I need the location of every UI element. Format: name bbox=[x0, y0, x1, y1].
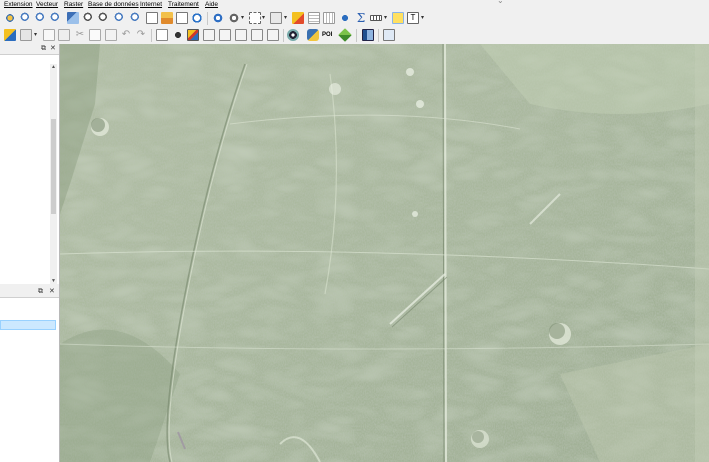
menu-base-de-donnees[interactable]: Base de données bbox=[88, 1, 139, 9]
map-navigation-toolbar: ▾ ▾ ▾ Σ ▾ T ▾ bbox=[0, 10, 709, 27]
menu-raster[interactable]: Raster bbox=[64, 1, 83, 9]
pin-labels-icon[interactable] bbox=[172, 29, 184, 41]
statistics-icon[interactable]: Σ bbox=[355, 12, 367, 24]
scrollbar-thumb[interactable] bbox=[51, 119, 56, 214]
zoom-full-icon[interactable] bbox=[50, 12, 62, 24]
python-console-icon[interactable] bbox=[307, 29, 319, 41]
rotate-label-icon[interactable] bbox=[219, 29, 231, 41]
chevron-down-icon[interactable]: ▾ bbox=[241, 14, 244, 21]
field-calculator-icon[interactable] bbox=[308, 12, 320, 24]
georeferencer-icon[interactable] bbox=[287, 29, 299, 41]
selected-list-item[interactable] bbox=[0, 320, 56, 330]
chevron-down-icon[interactable]: ▾ bbox=[384, 14, 387, 21]
cut-features-icon[interactable]: ✂ bbox=[74, 29, 86, 41]
zoom-layer-icon[interactable] bbox=[83, 12, 95, 24]
select-features-icon[interactable] bbox=[249, 12, 261, 24]
scroll-up-icon[interactable]: ▲ bbox=[50, 64, 57, 70]
pan-icon[interactable] bbox=[4, 12, 16, 24]
chevron-down-icon[interactable]: ▾ bbox=[284, 14, 287, 21]
zoom-native-icon[interactable] bbox=[98, 12, 110, 24]
chevron-down-icon[interactable]: ▾ bbox=[421, 14, 424, 21]
map-tips-icon[interactable] bbox=[392, 12, 404, 24]
settings-gear-icon[interactable] bbox=[339, 12, 351, 24]
poi-button[interactable]: POI bbox=[322, 29, 336, 41]
deselect-icon[interactable] bbox=[270, 12, 282, 24]
measure-icon[interactable] bbox=[370, 15, 382, 21]
browser-panel bbox=[0, 298, 59, 462]
refresh-icon[interactable] bbox=[191, 12, 203, 24]
copy-features-icon[interactable] bbox=[89, 29, 101, 41]
zoom-selection-icon[interactable] bbox=[67, 12, 79, 24]
text-annotation-icon[interactable]: T bbox=[407, 12, 419, 24]
label-properties-icon[interactable] bbox=[251, 29, 263, 41]
save-edits-icon[interactable] bbox=[43, 29, 55, 41]
chevron-down-icon[interactable]: ▾ bbox=[262, 14, 265, 21]
float-panel-icon[interactable]: ⧉ bbox=[38, 288, 43, 296]
statistics-table-icon[interactable] bbox=[323, 12, 335, 24]
redo-icon[interactable]: ↷ bbox=[135, 29, 147, 41]
chevron-down-icon[interactable]: ▾ bbox=[34, 31, 37, 38]
menu-extension[interactable]: Extension bbox=[4, 1, 33, 9]
hillshade-raster bbox=[60, 44, 709, 462]
toolbar-separator bbox=[378, 29, 379, 42]
new-bookmark-icon[interactable] bbox=[146, 12, 158, 24]
vertical-scrollbar[interactable]: ▲ ▼ bbox=[50, 64, 57, 284]
menu-traitement[interactable]: Traitement bbox=[168, 1, 199, 9]
vertex-tool-icon[interactable] bbox=[20, 29, 32, 41]
close-icon[interactable]: ✕ bbox=[49, 288, 55, 296]
layers-panel-header: ⧉ ✕ bbox=[0, 44, 59, 55]
gps-icon[interactable] bbox=[383, 29, 395, 41]
undo-icon[interactable]: ↶ bbox=[120, 29, 132, 41]
map-canvas[interactable] bbox=[60, 44, 709, 462]
show-hide-labels-icon[interactable] bbox=[187, 29, 199, 41]
window-control-icon[interactable]: ⌄ bbox=[497, 0, 505, 5]
layer-plugin-icon[interactable] bbox=[338, 28, 352, 42]
digitizing-toolbar: ▾ ✂ ↶ ↷ POI bbox=[0, 27, 709, 45]
help-book-icon[interactable] bbox=[362, 29, 374, 41]
toolbar-separator bbox=[283, 29, 284, 42]
close-icon[interactable]: ✕ bbox=[50, 45, 56, 53]
layers-panel: ▲ ▼ bbox=[0, 55, 59, 284]
menu-aide[interactable]: Aide bbox=[205, 1, 218, 9]
change-label-icon[interactable] bbox=[235, 29, 247, 41]
menu-bar: Extension Vecteur Raster Base de données… bbox=[0, 0, 709, 10]
delete-selected-icon[interactable] bbox=[58, 29, 70, 41]
float-panel-icon[interactable]: ⧉ bbox=[41, 45, 46, 53]
browser-panel-header: ⧉ ✕ bbox=[0, 287, 59, 298]
paste-features-icon[interactable] bbox=[105, 29, 117, 41]
diagram-tool-icon[interactable] bbox=[267, 29, 279, 41]
digitize-edit-icon[interactable] bbox=[4, 29, 16, 41]
zoom-last-icon[interactable] bbox=[114, 12, 126, 24]
zoom-in-icon[interactable] bbox=[20, 12, 32, 24]
label-tool-icon[interactable] bbox=[156, 29, 168, 41]
identify-icon[interactable] bbox=[212, 12, 224, 24]
zoom-next-icon[interactable] bbox=[130, 12, 142, 24]
show-bookmarks-icon[interactable] bbox=[161, 12, 173, 24]
toolbar-separator bbox=[207, 12, 208, 25]
menu-internet[interactable]: Internet bbox=[140, 1, 162, 9]
move-label-icon[interactable] bbox=[203, 29, 215, 41]
zoom-out-icon[interactable] bbox=[35, 12, 47, 24]
toolbar-separator bbox=[356, 29, 357, 42]
attribute-table-icon[interactable] bbox=[292, 12, 304, 24]
select-by-value-icon[interactable] bbox=[228, 12, 240, 24]
menu-vecteur[interactable]: Vecteur bbox=[36, 1, 58, 9]
new-map-view-icon[interactable] bbox=[176, 12, 188, 24]
toolbar-separator bbox=[151, 29, 152, 42]
